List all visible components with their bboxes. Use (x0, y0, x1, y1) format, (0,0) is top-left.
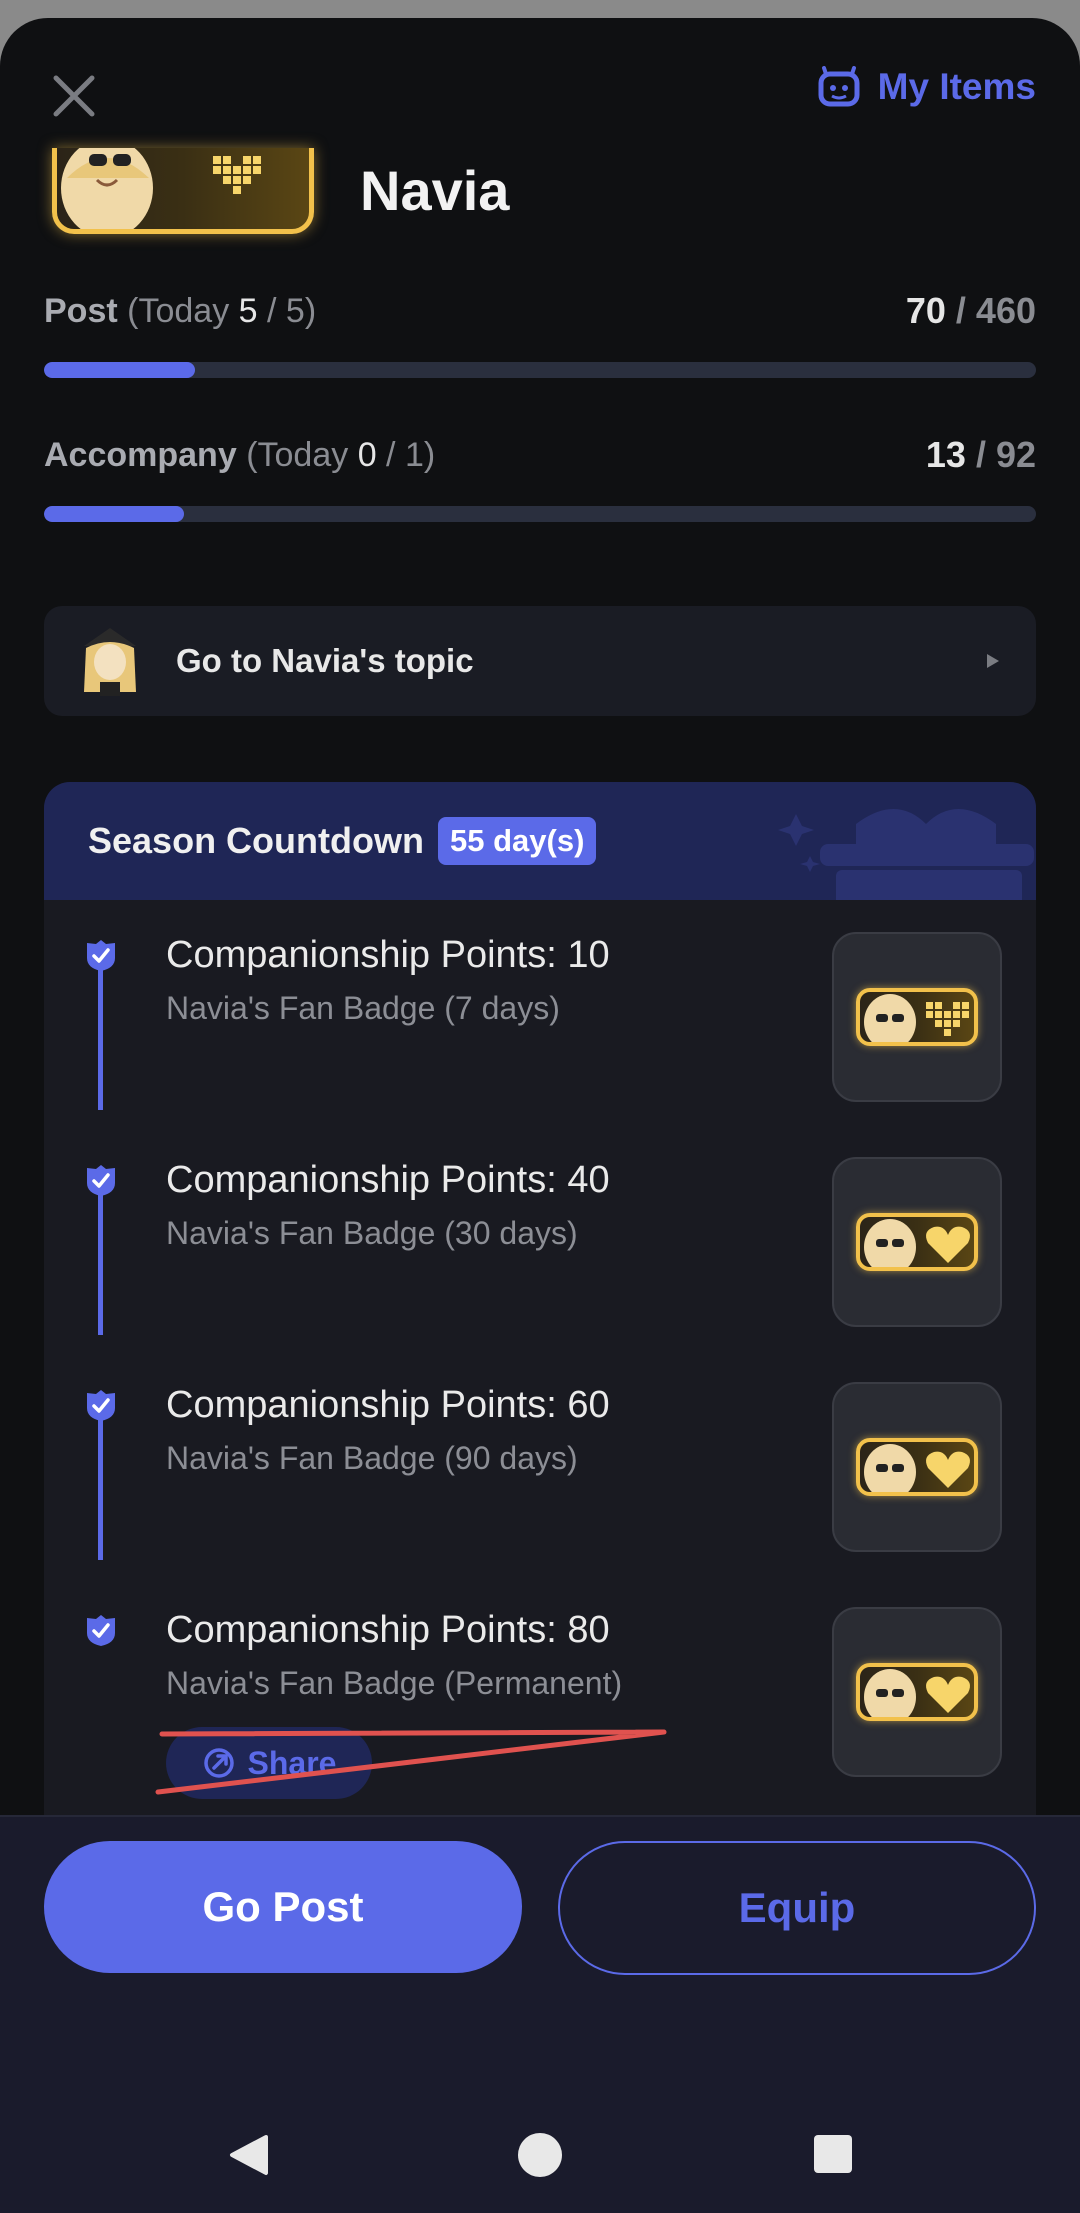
my-items-label: My Items (877, 66, 1036, 107)
bottom-sheet: My Items Navia Post (Today 5 / 5) 70 / 4… (0, 18, 1080, 2213)
fan-badge-avatar (52, 148, 314, 234)
season-card: Season Countdown 55 day(s) Companionship… (44, 782, 1036, 1842)
accompany-progress-fill (44, 506, 184, 522)
fan-badge-thumbnail (856, 1663, 978, 1721)
check-shield-icon (87, 1615, 115, 1646)
nav-back-icon[interactable] (226, 2133, 270, 2177)
season-title: Season Countdown (88, 820, 424, 861)
equip-button[interactable]: Equip (558, 1841, 1036, 1975)
character-name: Navia (360, 159, 510, 222)
accompany-label: Accompany (44, 435, 237, 474)
reward-subtitle: Navia's Fan Badge (7 days) (166, 990, 560, 1026)
post-label: Post (44, 291, 118, 330)
close-icon (53, 75, 95, 117)
reward-item: Companionship Points: 40 Navia's Fan Bad… (44, 1125, 1036, 1350)
accompany-today: (Today 0 / 1) (246, 435, 436, 474)
fan-badge-thumbnail (856, 1213, 978, 1271)
topic-link[interactable]: Go to Navia's topic (44, 606, 1036, 716)
my-items-link[interactable]: My Items (818, 66, 1036, 108)
topic-avatar (84, 628, 136, 696)
fan-badge-thumbnail (856, 1438, 978, 1496)
reward-title: Companionship Points: 60 (166, 1384, 610, 1426)
countdown-badge: 55 day(s) (438, 817, 597, 865)
reward-subtitle: Navia's Fan Badge (90 days) (166, 1440, 578, 1476)
check-shield-icon (87, 1390, 115, 1421)
go-post-button[interactable]: Go Post (44, 1841, 522, 1973)
post-progress-bar (44, 362, 1036, 378)
reward-badge-preview (832, 932, 1002, 1102)
fan-badge-thumbnail (856, 988, 978, 1046)
share-label: Share (247, 1744, 337, 1781)
check-shield-icon (87, 1165, 115, 1196)
share-icon (203, 1748, 234, 1778)
reward-badge-preview (832, 1607, 1002, 1777)
nav-recent-icon[interactable] (814, 2135, 852, 2173)
close-button[interactable] (44, 66, 104, 126)
post-progress-fill (44, 362, 195, 378)
check-shield-icon (87, 940, 115, 971)
accompany-progress: Accompany (Today 0 / 1) 13 / 92 (44, 434, 1036, 522)
reward-subtitle: Navia's Fan Badge (Permanent) (166, 1665, 623, 1701)
reward-badge-preview (832, 1382, 1002, 1552)
reward-item: Companionship Points: 60 Navia's Fan Bad… (44, 1350, 1036, 1575)
post-total: 70 / 460 (905, 290, 1036, 331)
accompany-total: 13 / 92 (925, 434, 1036, 475)
reward-title: Companionship Points: 10 (166, 934, 610, 976)
robot-face-icon (818, 66, 860, 107)
play-arrow-icon (987, 654, 999, 668)
reward-item: Companionship Points: 10 Navia's Fan Bad… (44, 900, 1036, 1125)
reward-title: Companionship Points: 80 (166, 1609, 610, 1651)
season-header: Season Countdown 55 day(s) (44, 782, 1036, 900)
reward-badge-preview (832, 1157, 1002, 1327)
post-today: (Today 5 / 5) (127, 291, 317, 330)
heart-pixel-icon (213, 156, 261, 194)
share-button[interactable]: Share (166, 1727, 372, 1799)
reward-subtitle: Navia's Fan Badge (30 days) (166, 1215, 578, 1251)
nav-home-icon[interactable] (518, 2133, 562, 2177)
gift-decoration-icon (778, 809, 1034, 900)
accompany-progress-bar (44, 506, 1036, 522)
reward-title: Companionship Points: 40 (166, 1159, 610, 1201)
post-progress: Post (Today 5 / 5) 70 / 460 (44, 290, 1036, 378)
topic-label: Go to Navia's topic (176, 642, 474, 679)
bottom-action-bar: Go Post Equip (0, 1815, 1080, 2213)
